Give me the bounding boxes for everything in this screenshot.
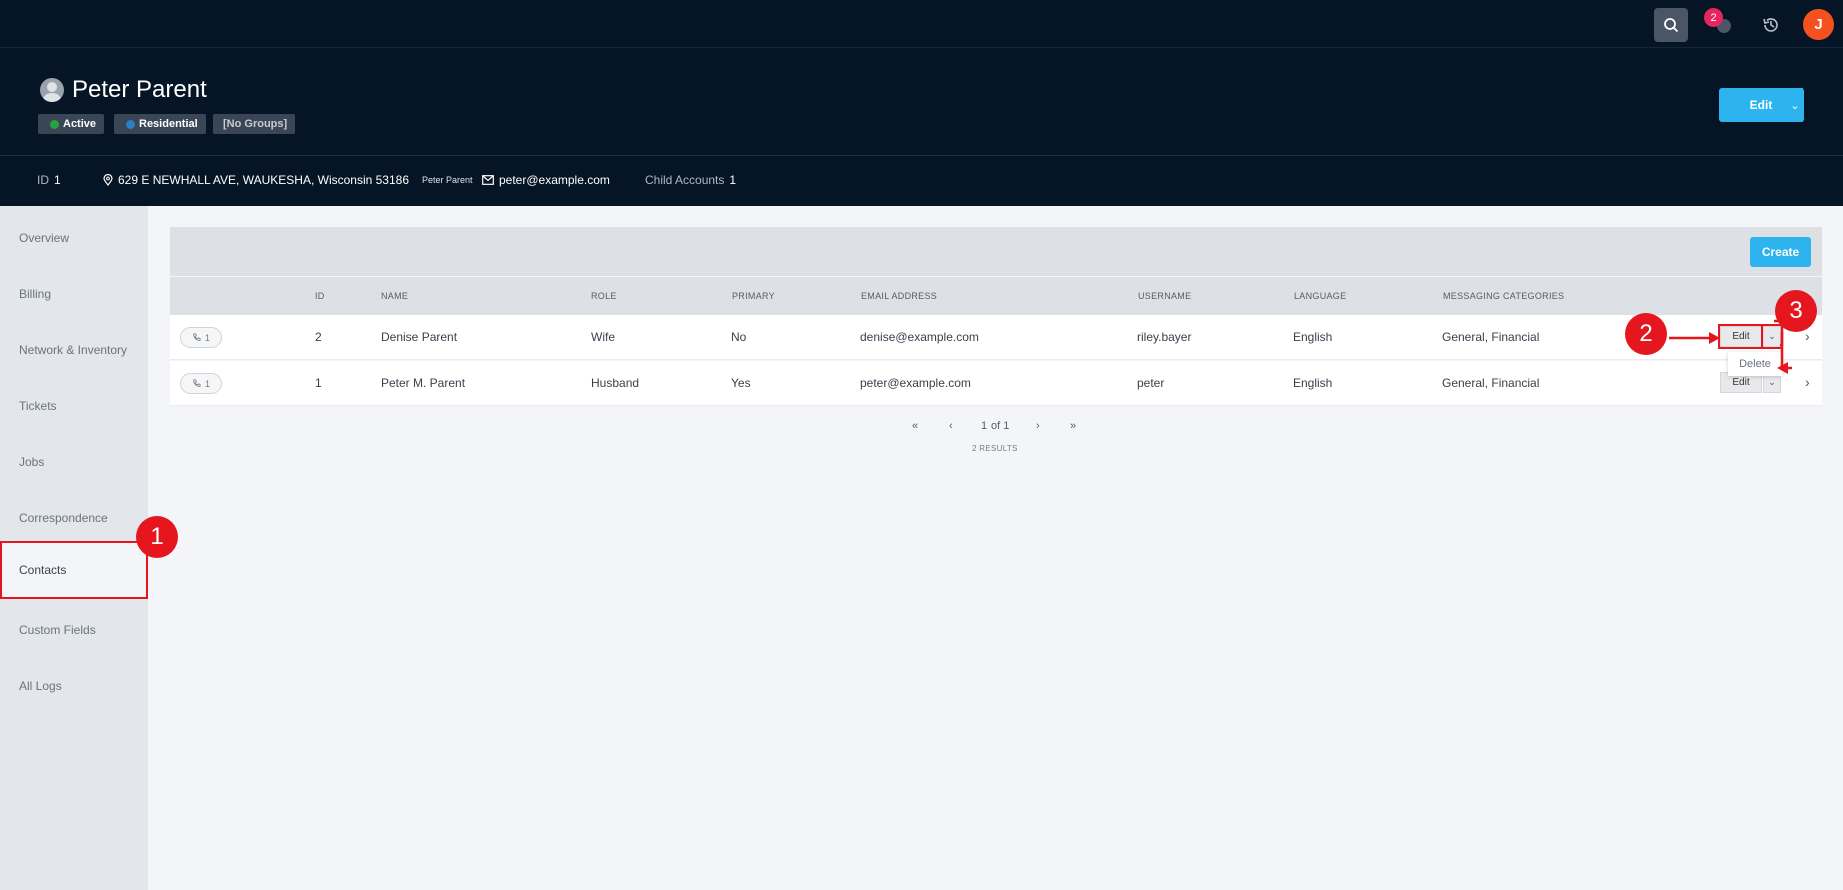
sidebar-item-all-logs[interactable]: All Logs	[0, 658, 148, 714]
table-header: ID NAME ROLE PRIMARY EMAIL ADDRESS USERN…	[170, 277, 1822, 315]
callout-step-1: 1	[136, 516, 178, 558]
mail-icon	[482, 175, 494, 185]
pagination-of-total: of 1	[991, 420, 1010, 432]
sidebar-item-contacts[interactable]: Contacts	[0, 541, 148, 599]
sidebar-item-tickets[interactable]: Tickets	[0, 378, 148, 434]
status-badge: Active	[38, 114, 105, 134]
account-header: Peter Parent Active Residential [No Grou…	[0, 48, 1843, 156]
column-id[interactable]: ID	[315, 291, 325, 301]
cell-username: peter	[1137, 376, 1165, 390]
pagination-current: 1	[981, 420, 988, 432]
chevron-right-icon[interactable]: ›	[1805, 374, 1810, 390]
cell-primary: Yes	[731, 376, 751, 390]
contacts-toolbar	[170, 227, 1822, 276]
pagination-first[interactable]: «	[912, 420, 918, 432]
table-row[interactable]: 1 2 Denise Parent Wife No denise@example…	[170, 315, 1822, 360]
cell-name: Denise Parent	[381, 330, 458, 344]
cell-name: Peter M. Parent	[381, 376, 466, 390]
child-accounts: Child Accounts 1	[645, 173, 737, 187]
chevron-right-icon[interactable]: ›	[1805, 328, 1810, 344]
column-email[interactable]: EMAIL ADDRESS	[861, 291, 937, 301]
account-info-bar: ID 1 629 E NEWHALL AVE, WAUKESHA, Wiscon…	[0, 156, 1843, 206]
account-email: peter@example.com	[482, 173, 610, 187]
sidebar-item-correspondence[interactable]: Correspondence	[0, 490, 148, 546]
account-address: 629 E NEWHALL AVE, WAUKESHA, Wisconsin 5…	[103, 173, 473, 187]
cell-email: peter@example.com	[860, 376, 971, 390]
results-count: 2 RESULTS	[972, 444, 1018, 453]
email-text[interactable]: peter@example.com	[499, 173, 610, 187]
page-title: Peter Parent	[72, 76, 207, 103]
sidebar-item-overview[interactable]: Overview	[0, 210, 148, 266]
column-primary[interactable]: PRIMARY	[732, 291, 775, 301]
callout-step-2: 2	[1625, 313, 1667, 355]
column-username[interactable]: USERNAME	[1138, 291, 1191, 301]
address-owner: Peter Parent	[422, 175, 473, 185]
location-pin-icon	[103, 174, 113, 186]
column-name[interactable]: NAME	[381, 291, 408, 301]
phone-icon	[193, 333, 201, 341]
phone-count-pill[interactable]: 1	[180, 327, 222, 348]
cell-id: 1	[315, 376, 322, 390]
history-icon[interactable]	[1754, 8, 1788, 42]
type-label: Residential	[139, 118, 198, 130]
cell-username: riley.bayer	[1137, 330, 1192, 344]
column-role[interactable]: ROLE	[591, 291, 617, 301]
column-language[interactable]: LANGUAGE	[1294, 291, 1346, 301]
cell-language: English	[1293, 376, 1333, 390]
chevron-down-icon[interactable]: ⌄	[1786, 88, 1804, 122]
cell-messaging-categories: General, Financial	[1442, 376, 1540, 390]
sidebar: Overview Billing Network & Inventory Tic…	[0, 206, 148, 890]
sidebar-item-jobs[interactable]: Jobs	[0, 434, 148, 490]
delete-menu-item[interactable]: Delete	[1728, 352, 1782, 376]
type-dot-icon	[126, 119, 135, 129]
cell-messaging-categories: General, Financial	[1442, 330, 1540, 344]
user-avatar[interactable]: J	[1803, 9, 1834, 40]
table-row[interactable]: 1 1 Peter M. Parent Husband Yes peter@ex…	[170, 361, 1822, 406]
cell-role: Husband	[591, 376, 640, 390]
cell-id: 2	[315, 330, 322, 344]
address-text[interactable]: 629 E NEWHALL AVE, WAUKESHA, Wisconsin 5…	[118, 173, 409, 187]
sidebar-item-custom-fields[interactable]: Custom Fields	[0, 602, 148, 658]
top-bar: 2 J	[0, 0, 1843, 48]
notification-badge: 2	[1704, 8, 1723, 27]
pagination-prev[interactable]: ‹	[949, 420, 953, 432]
create-contact-button[interactable]: Create	[1750, 237, 1811, 267]
column-messaging-categories[interactable]: MESSAGING CATEGORIES	[1443, 291, 1564, 301]
pagination-next[interactable]: ›	[1036, 420, 1040, 432]
pagination-last[interactable]: »	[1070, 420, 1076, 432]
phone-count-pill[interactable]: 1	[180, 373, 222, 394]
search-icon[interactable]	[1654, 8, 1688, 42]
cell-email: denise@example.com	[860, 330, 979, 344]
row-edit-button[interactable]: Edit	[1718, 324, 1764, 349]
type-badge: Residential	[114, 114, 206, 134]
cell-role: Wife	[591, 330, 615, 344]
status-label: Active	[63, 118, 97, 130]
phone-icon	[193, 379, 201, 387]
status-dot-icon	[50, 119, 59, 129]
callout-step-3: 3	[1775, 290, 1817, 332]
account-id: ID 1	[37, 173, 61, 187]
cell-language: English	[1293, 330, 1333, 344]
sidebar-item-billing[interactable]: Billing	[0, 266, 148, 322]
cell-primary: No	[731, 330, 747, 344]
chevron-down-icon[interactable]: ⌄	[1761, 324, 1783, 349]
sidebar-item-network-inventory[interactable]: Network & Inventory	[0, 322, 148, 378]
person-icon	[40, 78, 64, 102]
groups-badge: [No Groups]	[213, 114, 296, 134]
